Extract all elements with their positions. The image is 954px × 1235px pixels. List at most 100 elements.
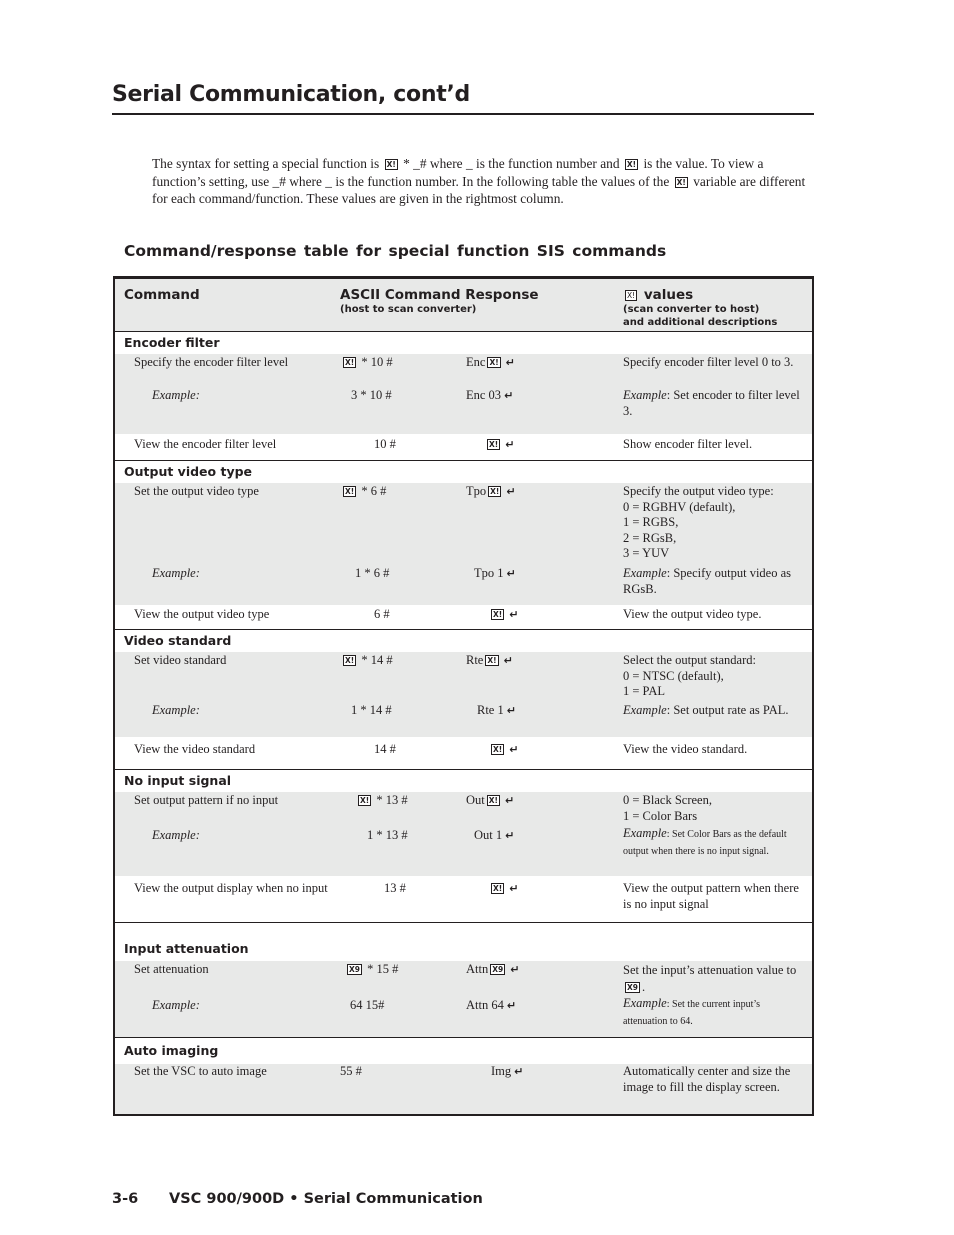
response-cell: X! ↵ — [489, 607, 518, 623]
desc-line: 2 = RGsB, — [623, 530, 677, 545]
section-input-attenuation: Input attenuation Set attenuation X9 * 1… — [115, 923, 812, 1038]
ascii-text: * 13 # — [376, 793, 408, 807]
section-title: Video standard — [124, 633, 232, 648]
response-text: Tpo — [466, 484, 487, 498]
enter-icon: ↵ — [504, 389, 514, 402]
header-ascii-label: ASCII Command Response — [340, 287, 539, 303]
example-label: Example: — [152, 703, 200, 717]
enter-icon: ↵ — [509, 743, 519, 756]
ascii-cell: X! * 10 # — [341, 355, 393, 371]
x1-variable-icon: X! — [384, 159, 398, 170]
desc-line: 3 = YUV — [623, 546, 670, 560]
section-output-video-type: Output video type Set the output video t… — [115, 461, 812, 630]
response-text: Out — [466, 793, 485, 807]
header-ascii-sub: (host to scan converter) — [340, 304, 477, 315]
section-video-standard: Video standard Set video standard X! * 1… — [115, 630, 812, 770]
section-title: No input signal — [124, 773, 232, 788]
example-label: Example: — [152, 828, 200, 842]
command-cell: View the output display when no input — [134, 881, 328, 895]
example-label: Example — [623, 826, 667, 840]
command-cell: View the video standard — [134, 742, 256, 756]
table-row: Set video standard X! * 14 # Rte X! ↵ Sele… — [115, 652, 812, 737]
enter-icon: ↵ — [505, 356, 515, 369]
table-row: Set the output video type X! * 6 # Tpo X!… — [115, 483, 812, 605]
intro-text: * _# where _ is the function number and — [399, 156, 623, 171]
section-title: Input attenuation — [124, 941, 249, 956]
table-row: Specify the encoder filter level X! * 10… — [115, 354, 812, 434]
table-header: Command ASCII Command Response (host to … — [115, 279, 812, 332]
desc-cell: Set the input’s attenuation value to X9. — [623, 962, 803, 996]
table-row: View the output video type 6 # X! ↵ View … — [115, 605, 812, 629]
example-label: Example — [623, 388, 667, 402]
x1-variable-icon: X! — [343, 486, 357, 497]
enter-icon: ↵ — [503, 654, 513, 667]
response-cell: X! ↵ — [485, 437, 514, 453]
ascii-cell: 1 * 13 # — [367, 828, 408, 842]
desc-line: 1 = Color Bars — [623, 808, 698, 823]
x1-variable-icon: X! — [485, 655, 499, 666]
response-cell: Enc 03 ↵ — [466, 388, 513, 404]
response-cell: X! ↵ — [489, 881, 518, 897]
ascii-cell: X! * 13 # — [356, 793, 408, 809]
response-cell: Attn X9 ↵ — [466, 962, 519, 978]
enter-icon: ↵ — [505, 829, 515, 842]
x1-variable-icon: X! — [491, 609, 505, 620]
table-row: Set attenuation X9 * 15 # Attn X9 ↵ Set th… — [115, 961, 812, 1037]
ascii-cell: 13 # — [384, 881, 406, 895]
section-title: Auto imaging — [124, 1043, 219, 1058]
ascii-text: * 14 # — [361, 653, 393, 667]
example-label: Example — [623, 566, 667, 580]
section-encoder-filter: Encoder filter Specify the encoder filte… — [115, 332, 812, 461]
desc-text: Set the input’s attenuation value to — [623, 963, 797, 977]
response-cell: Img ↵ — [491, 1064, 523, 1080]
page-number: 3-6 — [112, 1191, 139, 1207]
example-label: Example — [623, 996, 667, 1010]
desc-line: 0 = Black Screen, — [623, 793, 712, 807]
section-title: Output video type — [124, 464, 253, 479]
desc-cell: Example: Set the current input’s attenua… — [623, 996, 803, 1029]
enter-icon: ↵ — [509, 882, 519, 895]
header-values-sub1: (scan converter to host) — [623, 304, 760, 315]
enter-icon: ↵ — [506, 999, 517, 1012]
table-row: View the output display when no input 13… — [115, 876, 812, 922]
intro-paragraph: The syntax for setting a special functio… — [152, 155, 816, 208]
command-cell: View the output video type — [134, 607, 270, 621]
desc-cell: Example: Set Color Bars as the default o… — [623, 826, 803, 859]
header-values-sub2: and additional descriptions — [623, 317, 778, 328]
ascii-cell: X! * 6 # — [341, 484, 386, 500]
response-cell: Attn 64 ↵ — [466, 998, 516, 1014]
table-row: Set output pattern if no input X! * 13 #… — [115, 792, 812, 876]
desc-cell: Specify the output video type: 0 = RGBHV… — [623, 484, 803, 562]
desc-line: Specify the output video type: — [623, 484, 774, 498]
section-title: Encoder filter — [124, 335, 220, 350]
enter-icon: ↵ — [504, 794, 515, 807]
x1-variable-icon: X! — [486, 795, 500, 806]
response-text: Tpo 1 — [474, 566, 504, 580]
header-command: Command — [124, 287, 200, 303]
response-text: Enc — [466, 355, 486, 369]
table-title: Command/response table for special funct… — [124, 242, 667, 260]
example-label: Example: — [152, 388, 200, 402]
desc-cell: View the output pattern when there is no… — [623, 881, 799, 911]
x1-variable-icon: X! — [625, 290, 638, 301]
desc-cell: Show encoder filter level. — [623, 437, 753, 451]
desc-cell: Specify encoder filter level 0 to 3. — [623, 355, 794, 369]
x1-variable-icon: X! — [491, 883, 505, 894]
desc-cell: Automatically center and size the image … — [623, 1064, 791, 1094]
enter-icon: ↵ — [514, 1065, 524, 1078]
enter-icon: ↵ — [506, 485, 516, 498]
desc-cell: Example: Set encoder to filter level 3. — [623, 388, 803, 419]
ascii-cell: 3 * 10 # — [351, 388, 392, 402]
response-text: Enc 03 — [466, 388, 502, 402]
section-no-input-signal: No input signal Set output pattern if no… — [115, 770, 812, 923]
x1-variable-icon: X! — [491, 744, 505, 755]
desc-line: 1 = PAL — [623, 684, 666, 698]
command-cell: Specify the encoder filter level — [134, 355, 289, 369]
table-row: Set the VSC to auto image 55 # Img ↵ Auto… — [115, 1064, 812, 1114]
response-text: Out 1 — [474, 828, 503, 842]
desc-line: 1 = RGBS, — [623, 515, 679, 529]
desc-line: 0 = RGBHV (default), — [623, 499, 736, 514]
page-title: Serial Communication, cont’d — [112, 82, 470, 107]
response-text: Img — [491, 1064, 512, 1078]
command-cell: Set attenuation — [134, 962, 209, 976]
